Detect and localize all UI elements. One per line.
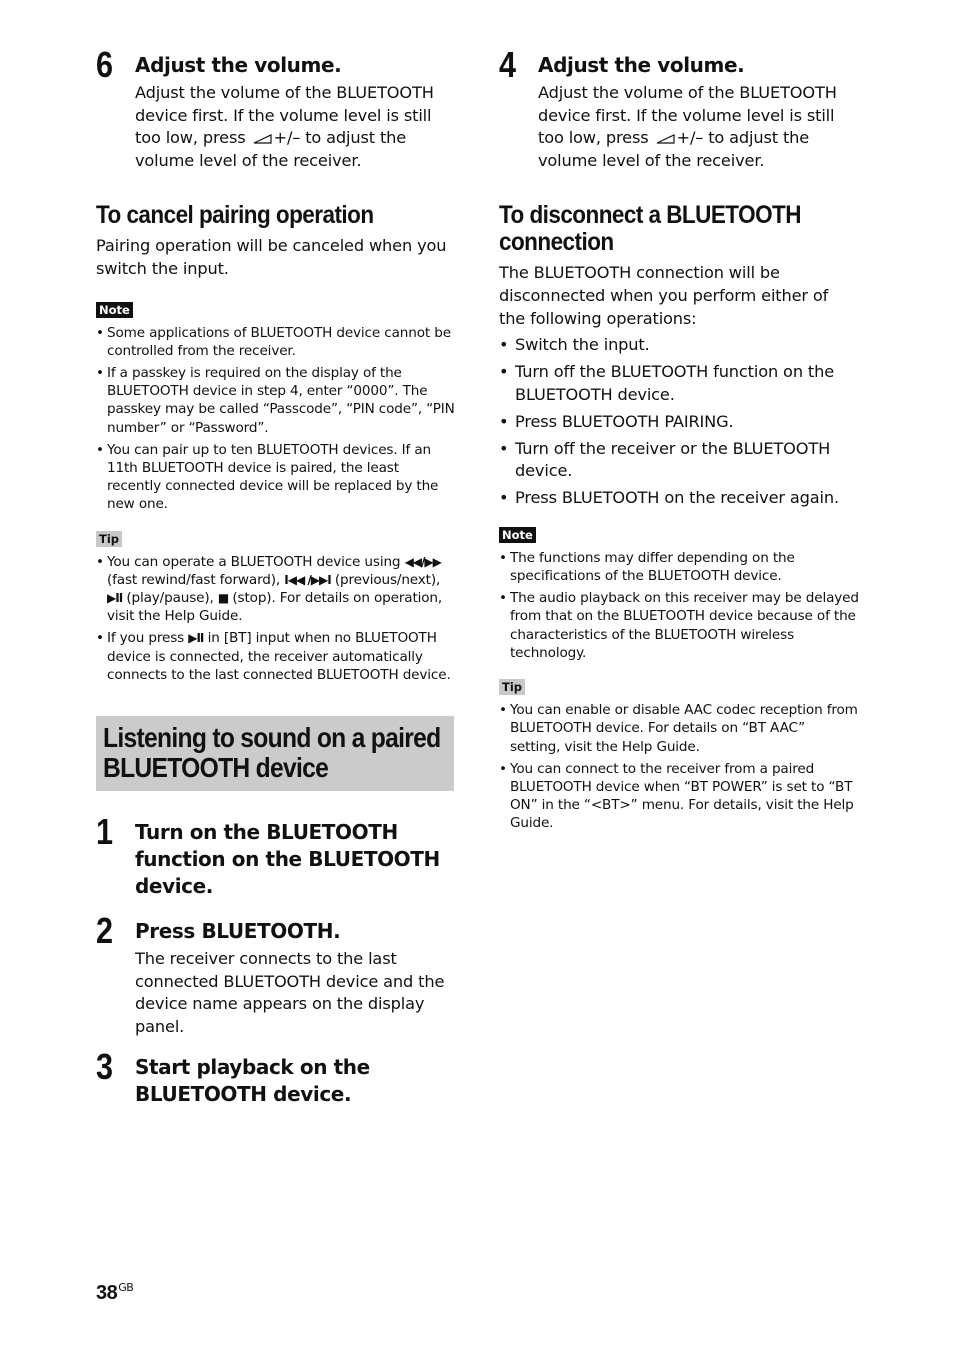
list-item: Turn off the BLUETOOTH function on the B… <box>499 361 859 406</box>
step-1: 1 Turn on the BLUETOOTH function on the … <box>96 814 456 900</box>
note-block: Note The functions may differ depending … <box>499 524 859 662</box>
note-list: Some applications of BLUETOOTH device ca… <box>96 324 456 514</box>
tip-text: (play/pause), <box>126 590 214 606</box>
tip-text: You can operate a BLUETOOTH device using <box>107 553 401 570</box>
disconnect-section: To disconnect a BLUETOOTH connection The… <box>499 202 859 510</box>
disconnect-list: Switch the input. Turn off the BLUETOOTH… <box>499 334 859 510</box>
list-item: Press BLUETOOTH PAIRING. <box>499 411 859 434</box>
tip-text: (previous/next), <box>334 571 441 588</box>
tip-block: Tip You can enable or disable AAC codec … <box>499 676 859 832</box>
list-item: Press BLUETOOTH on the receiver again. <box>499 487 859 510</box>
step-number: 3 <box>96 1046 113 1088</box>
play-pause-icon: ▶II <box>107 591 123 605</box>
tip-text: If you press <box>107 630 185 647</box>
note-item: If a passkey is required on the display … <box>96 364 456 437</box>
previous-next-icon: I◀◀ /▶▶I <box>284 572 331 587</box>
rewind-forward-icon: ◀◀/▶▶ <box>404 554 442 569</box>
region-code: GB <box>118 1281 134 1294</box>
note-block: Note Some applications of BLUETOOTH devi… <box>96 299 456 514</box>
note-badge: Note <box>499 526 536 543</box>
tip-text: (fast rewind/fast forward), <box>107 571 281 588</box>
step-title: Start playback on the BLUETOOTH device. <box>135 1055 370 1107</box>
note-item: You can pair up to ten BLUETOOTH devices… <box>96 441 456 514</box>
list-item: Switch the input. <box>499 334 859 357</box>
step-title: Press BLUETOOTH. <box>135 919 341 944</box>
tip-list: You can enable or disable AAC codec rece… <box>499 701 859 832</box>
step-title: Adjust the volume. <box>538 53 745 77</box>
tip-item: You can connect to the receiver from a p… <box>499 760 859 833</box>
volume-icon <box>656 133 675 144</box>
list-item: Turn off the receiver or the BLUETOOTH d… <box>499 438 859 483</box>
cancel-pairing-section: To cancel pairing operation Pairing oper… <box>96 202 456 280</box>
right-column: 4 Adjust the volume. Adjust the volume o… <box>499 44 859 837</box>
step-6: 6 Adjust the volume. Adjust the volume o… <box>96 47 456 172</box>
note-item: The functions may differ depending on th… <box>499 549 859 585</box>
stop-icon: ■ <box>217 591 229 605</box>
note-item: Some applications of BLUETOOTH device ca… <box>96 324 456 360</box>
section-body: The BLUETOOTH connection will be disconn… <box>499 263 829 328</box>
left-column: 6 Adjust the volume. Adjust the volume o… <box>96 44 456 1108</box>
tip-block: Tip You can operate a BLUETOOTH device u… <box>96 528 456 684</box>
step-number: 1 <box>96 811 113 853</box>
step-number: 6 <box>96 44 113 85</box>
tip-item: If you press ▶II in [BT] input when no B… <box>96 629 456 684</box>
step-title: Turn on the BLUETOOTH function on the BL… <box>135 820 440 899</box>
step-2: 2 Press BLUETOOTH. The receiver connects… <box>96 913 456 1038</box>
volume-icon <box>253 133 272 144</box>
tip-badge: Tip <box>96 530 123 547</box>
step-body: The receiver connects to the last connec… <box>135 949 445 1036</box>
section-heading: To disconnect a BLUETOOTH <box>499 201 801 230</box>
step-body: Adjust the volume of the BLUETOOTH devic… <box>135 82 456 172</box>
step-title: Adjust the volume. <box>135 53 342 77</box>
step-3: 3 Start playback on the BLUETOOTH device… <box>96 1049 456 1108</box>
section-title-line: Listening to sound on a paired <box>103 722 441 754</box>
section-heading: To cancel pairing operation <box>96 201 374 230</box>
step-number: 4 <box>499 44 516 85</box>
note-list: The functions may differ depending on th… <box>499 549 859 662</box>
tip-badge: Tip <box>499 679 526 696</box>
play-pause-icon: ▶II <box>188 631 204 646</box>
section-banner: Listening to sound on a paired BLUETOOTH… <box>96 716 454 792</box>
section-title-line: BLUETOOTH device <box>103 752 329 784</box>
page-number: 38GB <box>96 1281 134 1305</box>
note-item: The audio playback on this receiver may … <box>499 589 859 662</box>
note-badge: Note <box>96 301 133 318</box>
page-number-value: 38 <box>96 1282 118 1304</box>
section-heading: connection <box>499 228 614 257</box>
step-number: 2 <box>96 910 113 952</box>
section-body: Pairing operation will be canceled when … <box>96 236 447 278</box>
tip-list: You can operate a BLUETOOTH device using… <box>96 553 456 684</box>
step-4: 4 Adjust the volume. Adjust the volume o… <box>499 47 859 172</box>
step-body: Adjust the volume of the BLUETOOTH devic… <box>538 82 859 172</box>
tip-item: You can enable or disable AAC codec rece… <box>499 701 859 756</box>
tip-item: You can operate a BLUETOOTH device using… <box>96 553 456 626</box>
